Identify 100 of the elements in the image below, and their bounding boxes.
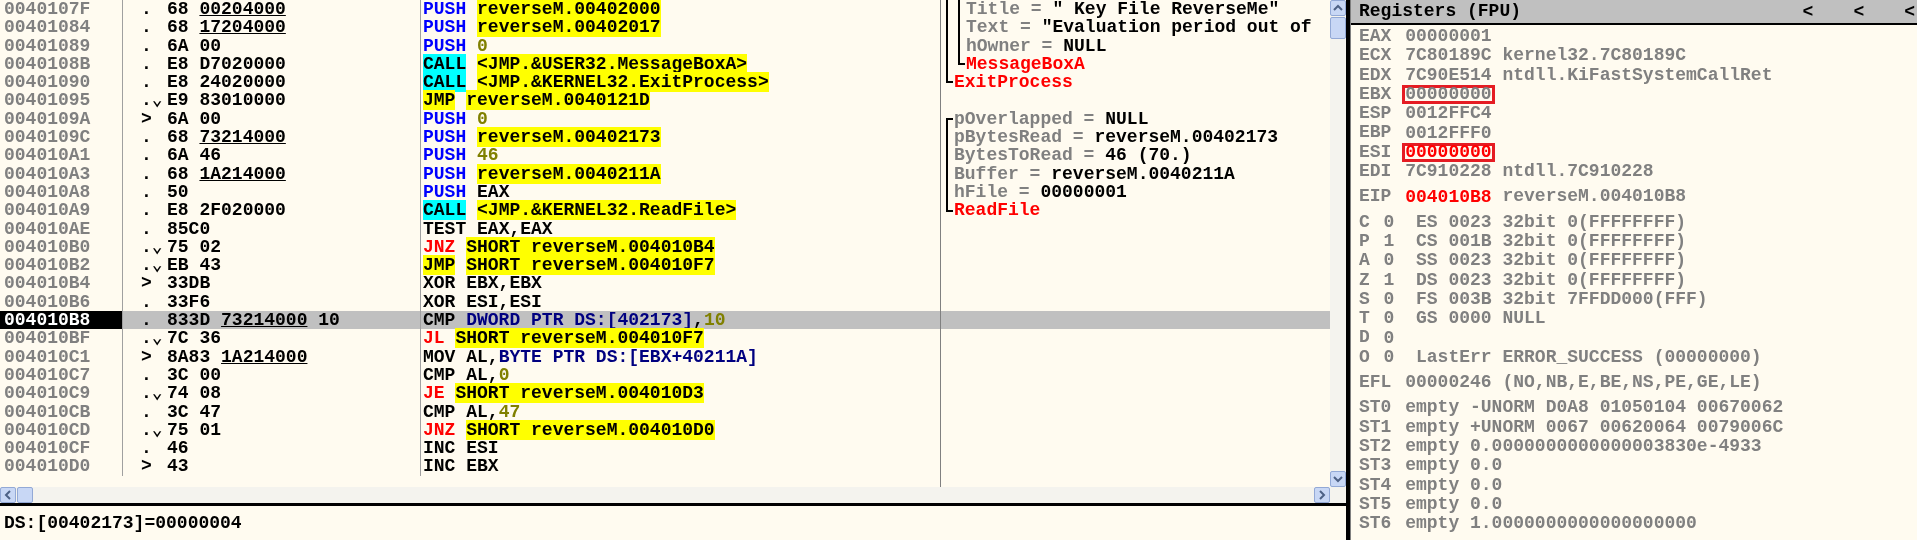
scrollbar-thumb[interactable] xyxy=(17,487,33,503)
register-name: Z xyxy=(1359,270,1370,290)
register-value[interactable]: 0 xyxy=(1380,251,1398,271)
hex-cell: 74 08 xyxy=(167,384,222,403)
register-value[interactable]: empty xyxy=(1402,437,1463,457)
instruction-cell: CMP DWORD PTR DS:[402173],10 xyxy=(423,310,726,331)
jump-marker: . xyxy=(141,54,153,74)
hex-cell: 75 02 xyxy=(167,237,222,257)
address-cell: 00401095 xyxy=(0,91,123,110)
register-value[interactable]: 00000001 xyxy=(1402,27,1495,47)
instruction-cell: XOR ESI,ESI xyxy=(423,291,542,312)
register-name: A xyxy=(1359,251,1370,271)
function-name: ReadFile xyxy=(954,200,1041,221)
register-value[interactable]: empty xyxy=(1402,475,1463,495)
register-name: ST0 xyxy=(1359,398,1392,418)
jump-marker: .⌄ xyxy=(141,329,164,348)
register-value[interactable]: 0 xyxy=(1380,290,1398,309)
hex-cell: 68 73214000 xyxy=(167,128,286,147)
argument-text: Buffer = reverseM.0040211A xyxy=(954,163,1235,184)
scroll-left-button[interactable] xyxy=(0,487,16,503)
jump-marker: .⌄ xyxy=(141,237,164,257)
scroll-down-button[interactable] xyxy=(1330,471,1346,487)
register-value[interactable]: 1 xyxy=(1380,270,1398,290)
jump-marker: . xyxy=(141,18,153,37)
register-comment: ES 0023 32bit 0(FFFFFFFF) xyxy=(1416,212,1687,232)
hex-cell: 8A83 1A214000 xyxy=(167,347,308,366)
instruction-cell: JE SHORT reverseM.004010D3 xyxy=(423,383,704,404)
register-value[interactable]: 00000246 xyxy=(1402,373,1495,393)
address-cell: 004010B8 xyxy=(0,311,123,330)
address-cell: 00401089 xyxy=(0,36,123,55)
address-cell: 004010B2 xyxy=(0,256,123,275)
address-cell: 004010B0 xyxy=(0,237,123,257)
register-value[interactable]: 00000000 xyxy=(1402,142,1495,162)
vertical-scrollbar[interactable] xyxy=(1330,0,1346,487)
register-value[interactable]: 0 xyxy=(1380,309,1398,329)
instruction-cell: CALL <JMP.&KERNEL32.ReadFile> xyxy=(423,200,737,221)
hex-cell: EB 43 xyxy=(167,256,222,275)
register-value[interactable]: 00000000 xyxy=(1402,85,1495,105)
register-name: EAX xyxy=(1359,27,1392,47)
address-cell: 004010CB xyxy=(0,402,123,421)
register-name: C xyxy=(1359,212,1370,232)
register-value[interactable]: 004010B8 xyxy=(1402,187,1495,207)
register-name: ST1 xyxy=(1359,417,1392,437)
jump-marker: . xyxy=(141,0,153,19)
jump-marker: . xyxy=(141,146,153,165)
register-value[interactable]: empty xyxy=(1402,398,1463,418)
address-cell: 004010D0 xyxy=(0,457,123,476)
instruction-cell: PUSH 0 xyxy=(423,35,488,56)
collapse-button[interactable]: < xyxy=(1800,1,1816,22)
register-value[interactable]: 7C90E514 xyxy=(1402,65,1495,85)
scrollbar-thumb[interactable] xyxy=(1330,17,1346,39)
jump-marker: > xyxy=(141,457,153,476)
register-name: EBP xyxy=(1359,123,1392,143)
register-name: EFL xyxy=(1359,373,1392,393)
register-name: ST6 xyxy=(1359,514,1392,534)
hex-cell: 833D 73214000 10 xyxy=(167,311,340,330)
register-value[interactable]: 0 xyxy=(1380,328,1398,348)
scroll-right-button[interactable] xyxy=(1314,487,1330,503)
hex-cell: 6A 00 xyxy=(167,36,222,55)
collapse-button[interactable]: < xyxy=(1851,1,1867,22)
register-value[interactable]: empty xyxy=(1402,417,1463,437)
register-value[interactable]: 7C80189C xyxy=(1402,46,1495,66)
register-value[interactable]: 0 xyxy=(1380,212,1398,232)
register-value[interactable]: empty xyxy=(1402,456,1463,476)
jump-marker: .⌄ xyxy=(141,91,164,110)
register-value[interactable]: 1 xyxy=(1380,232,1398,252)
jump-marker: . xyxy=(141,36,153,55)
register-comment: 0.0 xyxy=(1470,494,1503,515)
jump-marker: > xyxy=(141,347,153,366)
register-value[interactable]: empty xyxy=(1402,514,1463,534)
instruction-cell: MOV AL,BYTE PTR DS:[EBX+40211A] xyxy=(423,346,758,367)
instruction-cell: CALL <JMP.&USER32.MessageBoxA> xyxy=(423,53,748,74)
register-value[interactable]: empty xyxy=(1402,494,1463,514)
register-comment: DS 0023 32bit 0(FFFFFFFF) xyxy=(1416,270,1687,290)
scroll-up-button[interactable] xyxy=(1330,0,1346,16)
hex-cell: 6A 00 xyxy=(167,109,222,129)
address-cell: 004010AE xyxy=(0,219,123,238)
register-value[interactable]: 0 xyxy=(1380,347,1398,367)
instruction-cell: PUSH reverseM.0040211A xyxy=(423,163,661,184)
register-name: ECX xyxy=(1359,46,1392,66)
instruction-cell: JMP reverseM.0040121D xyxy=(423,90,650,111)
address-cell: 0040108B xyxy=(0,54,123,74)
hex-cell: 50 xyxy=(167,182,189,202)
jump-marker: .⌄ xyxy=(141,420,164,440)
register-comment: ntdll.KiFastSystemCallRet xyxy=(1502,65,1773,85)
register-comment: kernel32.7C80189C xyxy=(1502,46,1687,66)
register-name: P xyxy=(1359,231,1370,252)
collapse-button[interactable]: < xyxy=(1902,1,1917,22)
address-cell: 004010CD xyxy=(0,420,123,440)
horizontal-scrollbar[interactable] xyxy=(0,487,1346,503)
argument-text: Title = " Key File ReverseMe" xyxy=(966,0,1280,19)
jump-marker: . xyxy=(141,219,153,238)
register-value[interactable]: 0012FFC4 xyxy=(1402,104,1495,124)
jump-marker: . xyxy=(141,292,153,312)
register-value[interactable]: 0012FFF0 xyxy=(1402,123,1495,143)
register-comment: -UNORM D0A8 01050104 00670062 xyxy=(1470,398,1784,418)
register-value[interactable]: 7C910228 xyxy=(1402,162,1495,182)
jump-marker: . xyxy=(141,311,153,330)
jump-marker: . xyxy=(141,128,153,147)
instruction-cell: JMP SHORT reverseM.004010F7 xyxy=(423,255,715,276)
